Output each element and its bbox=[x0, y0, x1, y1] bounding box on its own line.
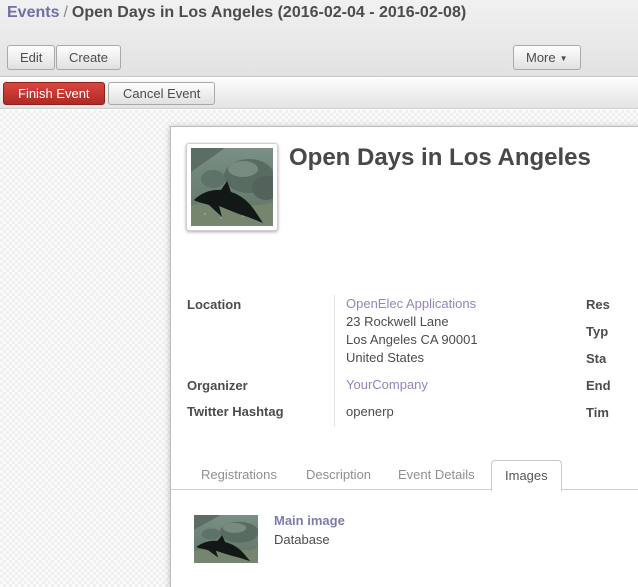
breadcrumb-separator: / bbox=[59, 4, 71, 21]
timezone-label: Tim bbox=[586, 405, 638, 420]
create-button[interactable]: Create bbox=[56, 45, 121, 70]
organizer-label: Organizer bbox=[187, 378, 332, 393]
header-bar: Events/Open Days in Los Angeles (2016-02… bbox=[0, 0, 638, 77]
location-label: Location bbox=[187, 297, 332, 312]
event-form-page: Events/Open Days in Los Angeles (2016-02… bbox=[0, 0, 638, 587]
twitter-hashtag-value: openerp bbox=[346, 403, 394, 421]
breadcrumb: Events/Open Days in Los Angeles (2016-02… bbox=[7, 4, 466, 22]
main-image-underwater bbox=[194, 515, 258, 563]
responsible-label: Res bbox=[586, 297, 638, 312]
type-label: Typ bbox=[586, 324, 638, 339]
notebook-tabbar: Registrations Description Event Details … bbox=[171, 459, 638, 490]
form-sheet: Open Days in Los Angeles Location OpenEl… bbox=[170, 126, 638, 587]
field-group-divider bbox=[334, 295, 335, 427]
organizer-value: YourCompany bbox=[346, 376, 428, 394]
location-country: United States bbox=[346, 350, 424, 365]
event-photo-underwater bbox=[191, 148, 273, 226]
tab-description[interactable]: Description bbox=[306, 467, 371, 482]
hashtag-text: openerp bbox=[346, 404, 394, 419]
more-label: More bbox=[526, 50, 556, 65]
tab-event-details[interactable]: Event Details bbox=[398, 467, 475, 482]
location-city: Los Angeles CA 90001 bbox=[346, 332, 478, 347]
main-image-link[interactable]: Main image bbox=[274, 513, 345, 528]
main-image-source: Database bbox=[274, 532, 330, 547]
location-link[interactable]: OpenElec Applications bbox=[346, 296, 476, 311]
location-value: OpenElec Applications 23 Rockwell Lane L… bbox=[346, 295, 478, 367]
breadcrumb-events-link[interactable]: Events bbox=[7, 4, 59, 21]
tab-registrations[interactable]: Registrations bbox=[201, 467, 277, 482]
caret-down-icon: ▼ bbox=[560, 54, 568, 63]
finish-event-button[interactable]: Finish Event bbox=[3, 82, 105, 105]
event-photo-frame bbox=[186, 143, 278, 231]
content-area: Open Days in Los Angeles Location OpenEl… bbox=[0, 110, 638, 587]
main-image-thumbnail bbox=[194, 515, 258, 563]
breadcrumb-current: Open Days in Los Angeles (2016-02-04 - 2… bbox=[72, 4, 466, 21]
more-dropdown-button[interactable]: More ▼ bbox=[513, 45, 581, 70]
start-date-label: Sta bbox=[586, 351, 638, 366]
twitter-hashtag-label: Twitter Hashtag bbox=[187, 404, 332, 419]
edit-button[interactable]: Edit bbox=[7, 45, 55, 70]
event-title: Open Days in Los Angeles bbox=[289, 144, 591, 172]
status-bar: Finish Event Cancel Event bbox=[0, 78, 638, 109]
end-date-label: End bbox=[586, 378, 638, 393]
organizer-link[interactable]: YourCompany bbox=[346, 377, 428, 392]
cancel-event-button[interactable]: Cancel Event bbox=[108, 82, 215, 105]
location-street: 23 Rockwell Lane bbox=[346, 314, 449, 329]
tab-images[interactable]: Images bbox=[491, 460, 562, 491]
